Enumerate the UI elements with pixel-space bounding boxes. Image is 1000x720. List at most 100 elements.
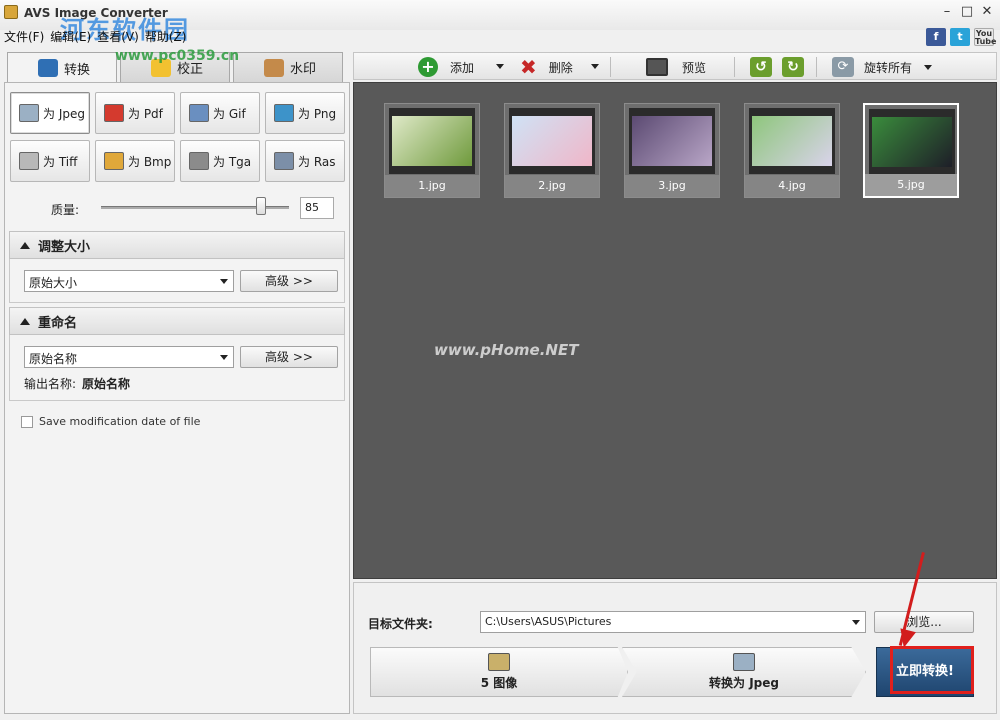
output-name-row: 输出名称: 原始名称 [24, 375, 130, 392]
image-thumbnail-selected[interactable]: 5.jpg [863, 103, 959, 198]
toolbar-divider [734, 57, 735, 77]
conversion-settings-panel: 为 Jpeg 为 Pdf 为 Gif 为 Png 为 Tiff 为 Bmp 为 … [4, 82, 350, 714]
youtube-icon[interactable]: You Tube [974, 28, 996, 46]
browse-button[interactable]: 浏览... [874, 611, 974, 633]
minimize-button[interactable]: – [940, 4, 954, 19]
pdf-icon [104, 104, 124, 122]
delete-label: 删除 [548, 60, 573, 75]
add-dropdown-icon[interactable] [496, 64, 504, 69]
tab-convert[interactable]: 转换 [7, 52, 117, 83]
chevron-down-icon [852, 620, 860, 625]
camera-icon [19, 104, 39, 122]
rename-section-header[interactable]: 重命名 [9, 307, 345, 335]
social-links: f t You Tube [926, 28, 996, 46]
images-icon [488, 653, 510, 671]
format-gif-label: 为 Gif [213, 106, 246, 121]
thumbnail-image [872, 117, 952, 167]
menu-edit[interactable]: 编辑(E) [50, 28, 91, 45]
image-thumbnail[interactable]: 4.jpg [744, 103, 840, 198]
rename-advanced-button[interactable]: 高级 >> [240, 346, 338, 368]
window-controls: – □ ✕ [940, 4, 994, 19]
quality-slider-thumb[interactable] [255, 197, 266, 215]
format-tiff-button[interactable]: 为 Tiff [10, 140, 90, 182]
add-label: 添加 [450, 60, 475, 75]
chevron-down-icon [220, 355, 228, 360]
resize-advanced-button[interactable]: 高级 >> [240, 270, 338, 292]
rotate-all-button[interactable]: ⟳ 旋转所有 [832, 55, 933, 79]
collapse-icon [20, 242, 30, 249]
image-thumbnail[interactable]: 1.jpg [384, 103, 480, 198]
step-image-count: 5 图像 [370, 647, 628, 697]
rotate-right-icon: ↻ [782, 57, 804, 77]
quality-input[interactable]: 85 [300, 197, 334, 219]
palette-icon [104, 152, 124, 170]
image-filename: 5.jpg [865, 174, 957, 196]
thumbnail-frame [509, 108, 595, 174]
menu-view[interactable]: 查看(V) [97, 28, 139, 45]
tab-watermark[interactable]: 水印 [233, 52, 343, 82]
stamp-icon [264, 58, 284, 77]
image-filename: 4.jpg [745, 175, 839, 197]
format-tga-label: 为 Tga [213, 154, 252, 169]
format-pdf-label: 为 Pdf [128, 106, 163, 121]
delete-button[interactable]: ✖ 删除 [520, 55, 573, 79]
format-ras-label: 为 Ras [298, 154, 336, 169]
rotate-all-dropdown-icon[interactable] [924, 64, 933, 70]
format-png-label: 为 Png [298, 106, 337, 121]
thumbnail-image [752, 116, 832, 166]
gif-icon [189, 104, 209, 122]
rotate-right-button[interactable]: ↻ [782, 55, 804, 79]
facebook-icon[interactable]: f [926, 28, 946, 46]
twitter-icon[interactable]: t [950, 28, 970, 46]
image-thumbnail[interactable]: 2.jpg [504, 103, 600, 198]
menu-help[interactable]: 帮助(Z) [145, 28, 187, 45]
rotate-left-button[interactable]: ↺ [750, 55, 772, 79]
preview-button[interactable]: 预览 [646, 55, 706, 79]
thumbnail-frame [749, 108, 835, 174]
destination-path-select[interactable]: C:\Users\ASUS\Pictures [480, 611, 866, 633]
save-date-option[interactable]: Save modification date of file [21, 415, 200, 428]
format-tiff-label: 为 Tiff [43, 154, 78, 169]
rotate-left-icon: ↺ [750, 57, 772, 77]
monitor-icon [646, 58, 668, 76]
thumbnail-image [632, 116, 712, 166]
image-thumbnail[interactable]: 3.jpg [624, 103, 720, 198]
step-target-format: 转换为 Jpeg [622, 647, 866, 697]
format-gif-button[interactable]: 为 Gif [180, 92, 260, 134]
convert-icon [38, 59, 58, 77]
app-icon [4, 5, 18, 19]
image-filename: 2.jpg [505, 175, 599, 197]
format-tga-button[interactable]: 为 Tga [180, 140, 260, 182]
format-pdf-button[interactable]: 为 Pdf [95, 92, 175, 134]
destination-path-value: C:\Users\ASUS\Pictures [485, 615, 612, 628]
maximize-button[interactable]: □ [960, 4, 974, 19]
watermark-site: www.pc0359.cn [115, 48, 240, 64]
add-button[interactable]: + 添加 [418, 55, 474, 79]
resize-mode-select[interactable]: 原始大小 [24, 270, 234, 292]
preview-label: 预览 [682, 60, 707, 75]
thumbnail-image [512, 116, 592, 166]
toolbar-divider [610, 57, 611, 77]
rename-mode-select[interactable]: 原始名称 [24, 346, 234, 368]
delete-icon: ✖ [520, 55, 537, 79]
format-png-button[interactable]: 为 Png [265, 92, 345, 134]
plus-icon: + [418, 57, 438, 77]
close-button[interactable]: ✕ [980, 4, 994, 19]
resize-section-header[interactable]: 调整大小 [9, 231, 345, 259]
watermark-text: www.pHome.NET [434, 341, 579, 359]
title-bar: AVS Image Converter 河东软件园 – □ ✕ [0, 0, 1000, 44]
format-jpeg-button[interactable]: 为 Jpeg [10, 92, 90, 134]
monitor-icon [274, 104, 294, 122]
delete-dropdown-icon[interactable] [591, 64, 599, 69]
menu-bar: 文件(F) 编辑(E) 查看(V) 帮助(Z) [4, 28, 186, 45]
format-bmp-button[interactable]: 为 Bmp [95, 140, 175, 182]
rename-section: 原始名称 高级 >> 输出名称: 原始名称 [9, 335, 345, 401]
toolbar: + 添加 ✖ 删除 预览 ↺ ↻ ⟳ 旋转所有 [353, 52, 997, 80]
save-date-checkbox[interactable] [21, 415, 33, 428]
format-ras-button[interactable]: 为 Ras [265, 140, 345, 182]
image-filename: 1.jpg [385, 175, 479, 197]
resize-section: 原始大小 高级 >> [9, 259, 345, 303]
target-format-label: 转换为 Jpeg [709, 676, 779, 690]
image-list[interactable]: 1.jpg 2.jpg 3.jpg 4.jpg 5.jpg www.pHome.… [353, 82, 997, 579]
menu-file[interactable]: 文件(F) [4, 28, 44, 45]
